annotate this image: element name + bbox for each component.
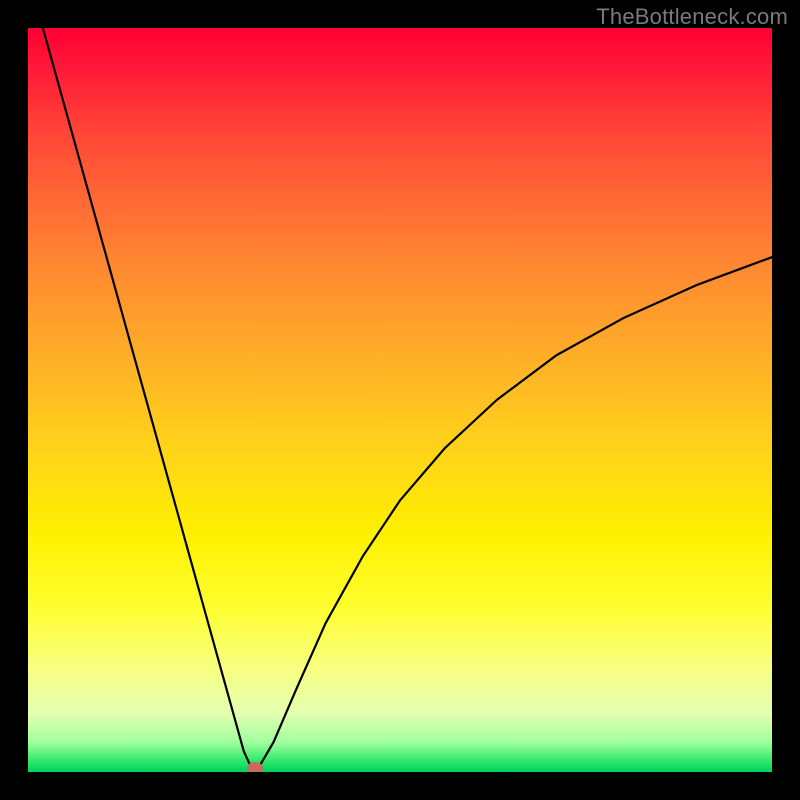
chart-frame: TheBottleneck.com	[0, 0, 800, 800]
plot-area	[28, 28, 772, 772]
optimal-point-marker	[247, 762, 263, 772]
bottleneck-curve	[28, 28, 772, 772]
attribution-watermark: TheBottleneck.com	[596, 4, 788, 30]
